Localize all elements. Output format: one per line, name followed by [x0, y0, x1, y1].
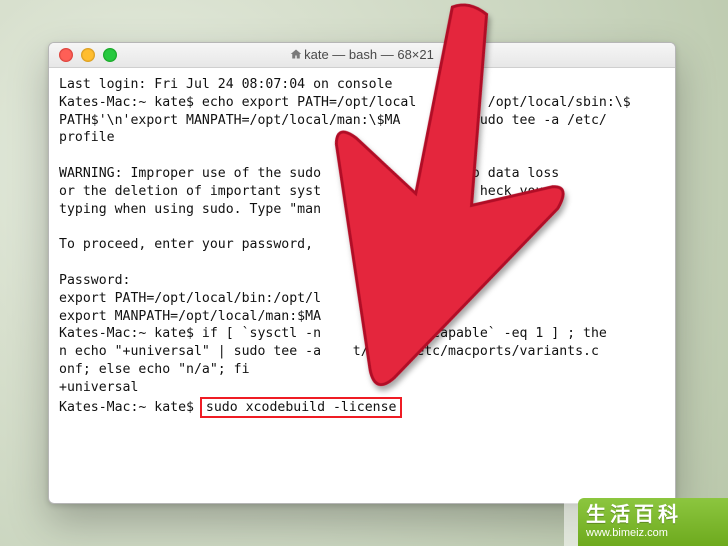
watermark: 生活百科 www.bimeiz.com	[578, 498, 728, 546]
line: tion.	[472, 202, 512, 217]
terminal-output[interactable]: Last login: Fri Jul 24 08:07:04 on conso…	[49, 68, 675, 428]
line: Kates-Mac:~ kate$ if [ `sysctl -n	[59, 326, 321, 341]
line: Last login: Fri Jul 24 08:07:04 on conso…	[59, 77, 392, 92]
line: Password:	[59, 273, 130, 288]
traffic-lights	[59, 48, 117, 62]
line: sudo tee -a /etc/	[464, 113, 607, 128]
line: lead to data loss	[424, 166, 559, 181]
watermark-url: www.bimeiz.com	[586, 527, 728, 539]
line: Kates-Mac:~ kate$ echo export PATH=/opt/…	[59, 95, 416, 110]
line: typing when using sudo. Type "man	[59, 202, 321, 217]
titlebar[interactable]: kate — bash — 68×21	[49, 43, 675, 68]
terminal-window: kate — bash — 68×21 Last login: Fri Jul …	[48, 42, 676, 504]
minimize-button[interactable]	[81, 48, 95, 62]
page-indicator	[564, 498, 578, 546]
line: To proceed, enter your password,	[59, 237, 313, 252]
line: ATH	[424, 291, 448, 306]
line: /opt/local/sbin:\$	[488, 95, 631, 110]
line: export MANPATH=/opt/local/man:$MA	[59, 309, 321, 324]
line: onf; else echo "n/a"; fi	[59, 362, 250, 377]
line: abort.	[456, 237, 504, 252]
line: export PATH=/opt/local/bin:/opt/l	[59, 291, 321, 306]
line: +universal	[59, 380, 138, 395]
window-title: kate — bash — 68×21	[49, 47, 675, 63]
home-icon	[290, 48, 302, 63]
line: WARNING: Improper use of the sudo	[59, 166, 321, 181]
line: t/local/etc/macports/variants.c	[353, 344, 599, 359]
line: heck your	[480, 184, 551, 199]
line: profile	[59, 130, 115, 145]
window-title-text: kate — bash — 68×21	[304, 47, 434, 62]
watermark-title: 生活百科	[586, 505, 728, 525]
line: n echo "+universal" | sudo tee -a	[59, 344, 321, 359]
zoom-button[interactable]	[103, 48, 117, 62]
line: or the deletion of important syst	[59, 184, 321, 199]
line: PATH$'\n'export MANPATH=/opt/local/man:\…	[59, 113, 400, 128]
close-button[interactable]	[59, 48, 73, 62]
prompt: Kates-Mac:~ kate$	[59, 400, 202, 415]
highlighted-command: sudo xcodebuild -license	[200, 397, 403, 419]
command-text: sudo xcodebuild -license	[206, 400, 397, 415]
line: 64bit_capable` -eq 1 ] ; the	[385, 326, 607, 341]
